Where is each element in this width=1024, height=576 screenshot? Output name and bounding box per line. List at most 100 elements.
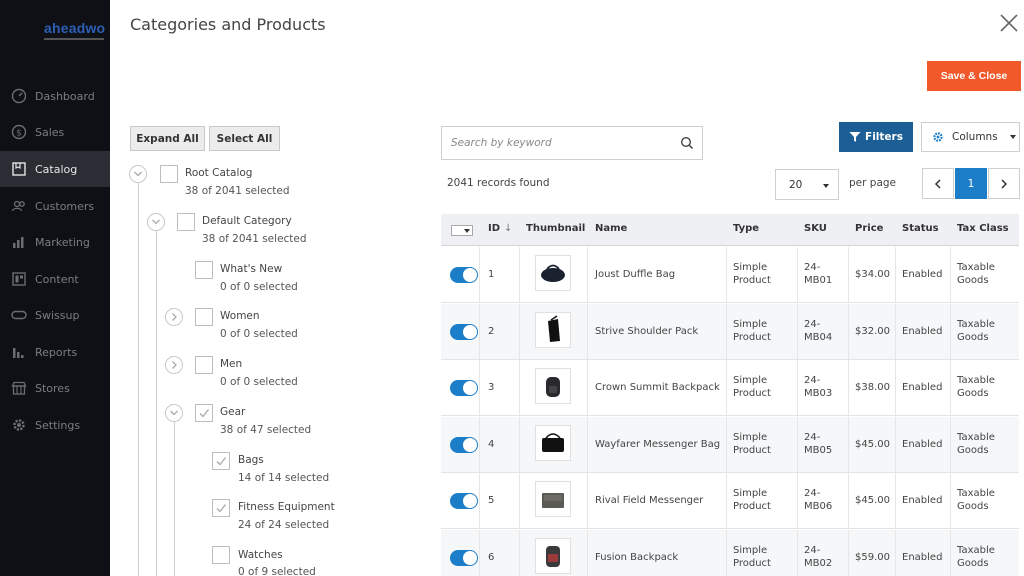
sidebar-item-catalog[interactable]: Catalog xyxy=(0,151,110,187)
tree-node-count: 24 of 24 selected xyxy=(238,519,330,531)
column-divider xyxy=(726,416,727,472)
customers-icon xyxy=(11,200,25,212)
sidebar-item-customers[interactable]: Customers xyxy=(0,188,110,224)
tree-node-label[interactable]: What's New xyxy=(220,263,282,275)
table-row[interactable]: 6 Fusion Backpack Simple Product 24- MB02 $59.… xyxy=(441,529,1019,576)
previous-page-button[interactable] xyxy=(922,168,954,199)
product-select-toggle[interactable] xyxy=(450,436,478,453)
collapse-toggle[interactable] xyxy=(129,165,147,183)
checkmark-icon xyxy=(216,504,227,513)
mass-select-dropdown[interactable] xyxy=(451,225,473,236)
chevron-down-icon xyxy=(464,229,470,233)
cell-type-line: Product xyxy=(733,557,771,569)
column-divider xyxy=(797,529,798,576)
category-checkbox-default[interactable] xyxy=(177,213,195,231)
column-header-tax-class[interactable]: Tax Class xyxy=(957,223,1009,234)
cell-tax-class: Taxable Goods xyxy=(957,431,995,457)
tree-node-label[interactable]: Gear xyxy=(220,406,245,418)
search-icon[interactable] xyxy=(680,136,694,150)
table-row[interactable]: 3 Crown Summit Backpack Simple Product 24- MB… xyxy=(441,360,1019,416)
cell-sku-line: 24- xyxy=(804,431,821,443)
sidebar-item-content[interactable]: Content xyxy=(0,261,110,297)
category-checkbox-bags[interactable] xyxy=(212,452,230,470)
per-page-select[interactable]: 20 xyxy=(775,169,839,200)
table-row[interactable]: 4 Wayfarer Messenger Bag Simple Product 24- M… xyxy=(441,416,1019,473)
expand-toggle[interactable] xyxy=(165,308,183,326)
column-divider xyxy=(519,360,520,415)
brand-logo[interactable]: aheadwo xyxy=(44,20,105,36)
cell-sku-line: MB04 xyxy=(804,331,833,343)
save-close-button[interactable]: Save & Close xyxy=(927,61,1021,91)
filters-button[interactable]: Filters xyxy=(839,122,913,152)
cell-type: Simple Product xyxy=(733,374,771,400)
sidebar-item-swissup[interactable]: Swissup xyxy=(0,297,110,333)
expand-all-button[interactable]: Expand All xyxy=(130,126,205,151)
category-checkbox-watches[interactable] xyxy=(212,546,230,564)
sidebar-item-settings[interactable]: Settings xyxy=(0,407,110,443)
tree-node-label[interactable]: Women xyxy=(220,310,260,322)
sidebar-item-stores[interactable]: Stores xyxy=(0,370,110,406)
column-divider xyxy=(797,247,798,302)
cell-price: $59.00 xyxy=(855,551,890,563)
field-messenger-icon xyxy=(542,493,564,508)
table-row[interactable]: 1 Joust Duffle Bag Simple Product 24- MB01 $34… xyxy=(441,247,1019,303)
chevron-right-icon xyxy=(1001,178,1008,189)
columns-button[interactable]: Columns xyxy=(921,122,1020,152)
product-select-toggle[interactable] xyxy=(450,267,478,283)
product-select-toggle[interactable] xyxy=(450,493,478,509)
sidebar-item-sales[interactable]: $ Sales xyxy=(0,114,110,150)
cell-name: Strive Shoulder Pack xyxy=(595,325,699,337)
column-header-status[interactable]: Status xyxy=(902,223,939,234)
messenger-bag-icon xyxy=(542,432,564,452)
tree-node-label[interactable]: Men xyxy=(220,358,242,370)
collapse-toggle[interactable] xyxy=(147,213,165,231)
product-select-toggle[interactable] xyxy=(450,380,478,396)
tree-node-label[interactable]: Default Category xyxy=(202,215,292,227)
search-field[interactable] xyxy=(441,126,703,160)
column-header-id[interactable]: ID ↓ xyxy=(488,223,512,234)
cell-sku: 24- MB06 xyxy=(804,487,832,513)
category-checkbox-fitness-equipment[interactable] xyxy=(212,499,230,517)
select-all-button[interactable]: Select All xyxy=(209,126,280,151)
product-select-toggle[interactable] xyxy=(450,549,478,566)
category-checkbox-whats-new[interactable] xyxy=(195,261,213,279)
column-divider xyxy=(895,416,896,472)
tree-node-label[interactable]: Root Catalog xyxy=(185,167,252,179)
table-row[interactable]: 5 Rival Field Messenger Simple Product 24- MB… xyxy=(441,473,1019,529)
column-header-sku[interactable]: SKU xyxy=(804,223,827,234)
cell-sku-line: MB02 xyxy=(804,557,833,569)
product-thumbnail xyxy=(535,311,571,348)
column-divider xyxy=(950,529,951,576)
column-divider xyxy=(479,473,480,528)
category-checkbox-gear[interactable] xyxy=(195,404,213,422)
filter-icon xyxy=(849,132,861,142)
close-button[interactable] xyxy=(998,12,1020,34)
category-checkbox-root[interactable] xyxy=(160,165,178,183)
search-input[interactable] xyxy=(442,127,672,159)
sidebar-item-dashboard[interactable]: Dashboard xyxy=(0,78,110,114)
cell-id: 4 xyxy=(488,438,495,450)
admin-sidebar: aheadwo Dashboard $ Sales Catalog Custom… xyxy=(0,0,110,576)
gear-icon xyxy=(933,132,943,142)
tree-node-label[interactable]: Fitness Equipment xyxy=(238,501,335,513)
next-page-button[interactable] xyxy=(988,168,1020,199)
category-checkbox-men[interactable] xyxy=(195,356,213,374)
column-header-name[interactable]: Name xyxy=(595,223,627,234)
current-page-number[interactable]: 1 xyxy=(955,168,987,199)
tree-node-label[interactable]: Bags xyxy=(238,454,264,466)
product-select-toggle[interactable] xyxy=(450,323,478,340)
cell-type-line: Simple xyxy=(733,262,768,273)
expand-toggle[interactable] xyxy=(165,356,183,374)
table-row[interactable]: 2 Strive Shoulder Pack Simple Product 24- MB0… xyxy=(441,303,1019,360)
sidebar-item-label: Dashboard xyxy=(35,89,95,103)
collapse-toggle[interactable] xyxy=(165,404,183,422)
column-header-type[interactable]: Type xyxy=(733,223,759,234)
column-divider xyxy=(587,416,588,472)
sidebar-item-reports[interactable]: Reports xyxy=(0,334,110,370)
cell-name: Rival Field Messenger xyxy=(595,495,704,506)
tree-node-label[interactable]: Watches xyxy=(238,549,283,561)
sidebar-item-marketing[interactable]: Marketing xyxy=(0,224,110,260)
category-tree: Root Catalog 38 of 2041 selected Default… xyxy=(110,160,430,576)
category-checkbox-women[interactable] xyxy=(195,308,213,326)
column-header-price[interactable]: Price xyxy=(855,223,883,234)
